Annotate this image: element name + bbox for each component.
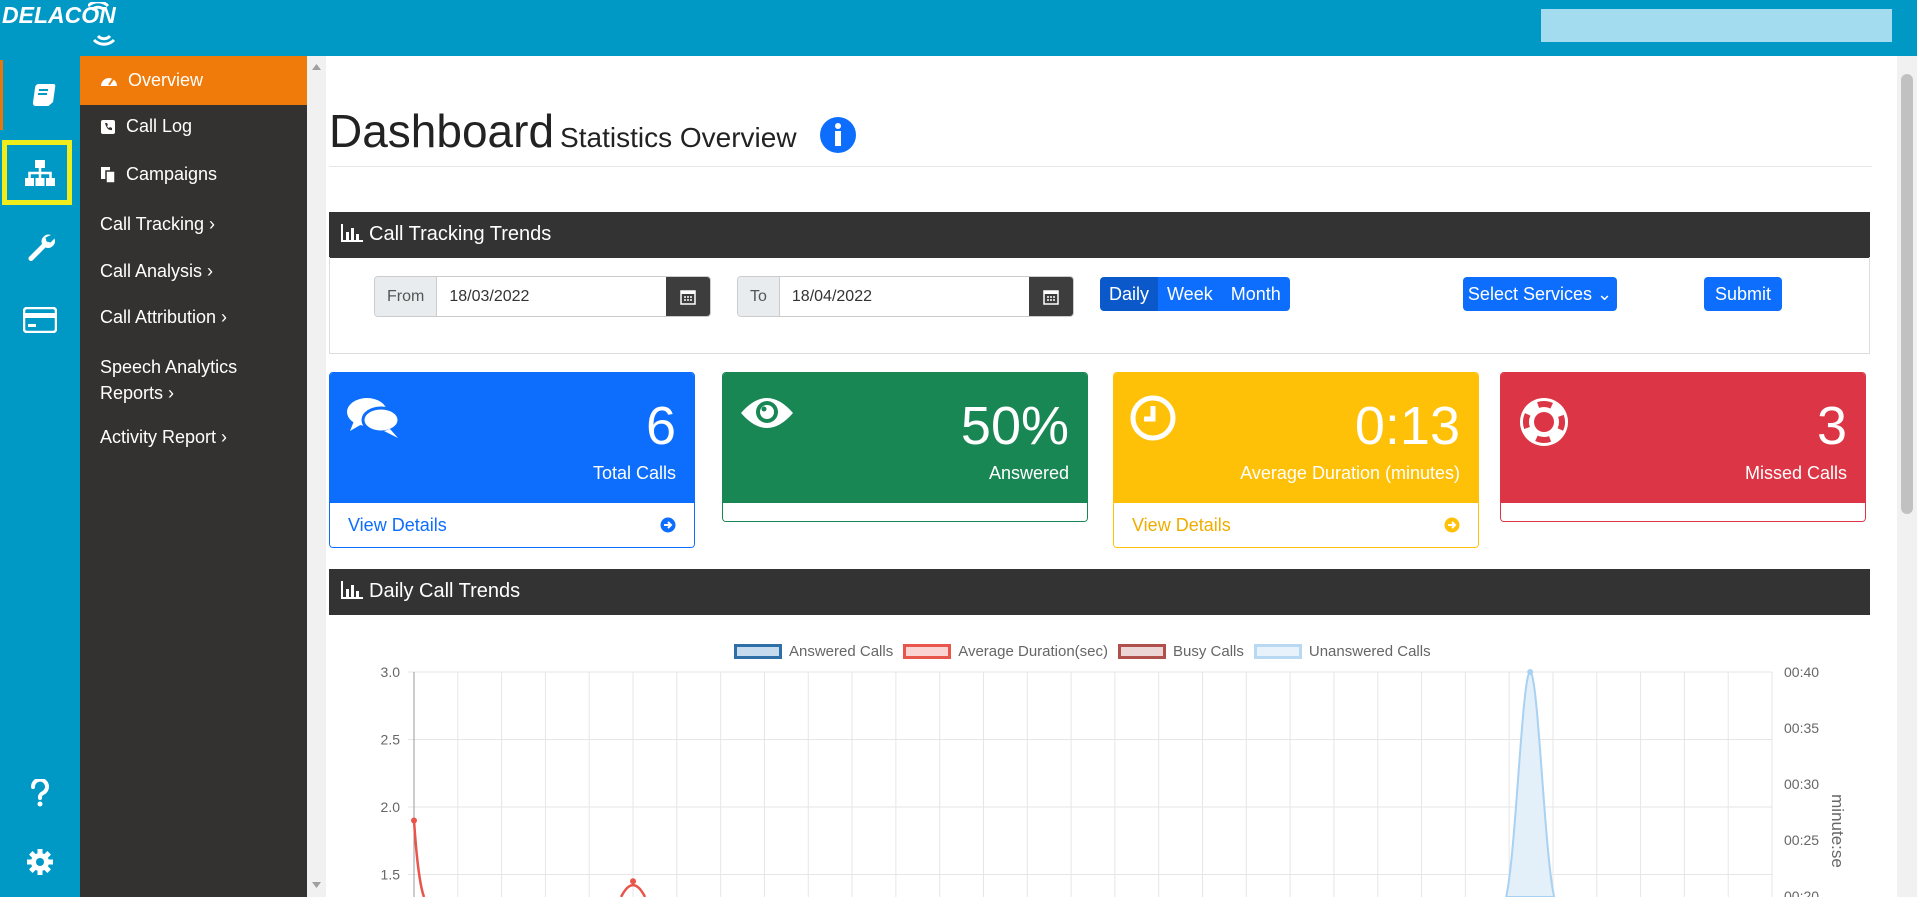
top-search-input[interactable]: [1541, 9, 1892, 42]
dashboard-icon: [101, 78, 117, 87]
scroll-down-arrow-icon[interactable]: [312, 882, 321, 888]
sidebar-item-label: Speech Analytics: [100, 357, 238, 377]
y-right-tick-label: 00:30: [1784, 776, 1819, 792]
selection-highlight: [2, 140, 72, 205]
icon-rail: [0, 56, 80, 897]
average-duration-point: [630, 878, 637, 885]
sidebar-menu: Overview Call Log Campaigns Call Trackin…: [80, 56, 307, 897]
unanswered-calls-point: [1527, 669, 1534, 675]
y-right-tick-label: 00:20: [1784, 888, 1819, 897]
sidebar-item-label: Call Log: [126, 116, 193, 136]
rail-book-button[interactable]: [0, 60, 80, 130]
rail-billing-button[interactable]: [0, 285, 80, 355]
sidebar-item-label: Activity Report ›: [100, 427, 228, 447]
phone-icon: [101, 120, 115, 135]
sidebar-item-activity-report[interactable]: Activity Report ›: [80, 427, 307, 448]
wrench-icon: [28, 234, 55, 261]
sidebar-item-label: Campaigns: [126, 164, 218, 184]
sidebar-item-label: Call Attribution ›: [100, 307, 228, 327]
sidebar-item-label: Call Analysis ›: [100, 261, 214, 281]
average-duration-point: [411, 817, 417, 824]
gear-icon: [27, 849, 53, 875]
sidebar-item-call-log[interactable]: Call Log: [80, 116, 307, 137]
sidebar-item-call-tracking[interactable]: Call Tracking ›: [80, 214, 307, 235]
y-left-tick-label: 1.5: [381, 867, 401, 883]
page-scrollbar-thumb[interactable]: [1901, 74, 1913, 514]
y-right-tick-label: 00:25: [1784, 832, 1819, 848]
copy-icon: [101, 167, 116, 184]
rail-settings-button[interactable]: [0, 827, 80, 897]
scroll-up-arrow-icon[interactable]: [312, 64, 321, 70]
page-scrollbar[interactable]: [1897, 56, 1917, 897]
y-left-tick-label: 2.5: [381, 732, 401, 748]
sidebar-item-campaigns[interactable]: Campaigns: [80, 164, 307, 185]
rail-help-button[interactable]: [0, 758, 80, 828]
y-left-tick-label: 3.0: [381, 664, 401, 680]
sidebar-item-speech-analytics[interactable]: Speech Analytics Reports ›: [80, 354, 307, 406]
y-left-tick-label: 2.0: [381, 799, 401, 815]
unanswered-calls-series-area: [1505, 670, 1556, 897]
signal-waves-icon: [88, 2, 116, 46]
sidebar-item-overview[interactable]: Overview: [80, 56, 307, 105]
credit-card-icon: [23, 307, 57, 333]
average-duration-series-line: [412, 820, 426, 897]
sidebar-item-label-line2: Reports ›: [100, 383, 175, 403]
question-icon: [31, 779, 49, 807]
sidebar-item-call-attribution[interactable]: Call Attribution ›: [80, 307, 307, 328]
y-right-tick-label: 00:40: [1784, 664, 1819, 680]
y-right-tick-label: 00:35: [1784, 720, 1819, 736]
rail-wrench-button[interactable]: [0, 211, 80, 281]
y-right-axis-label: minute:se: [1828, 794, 1847, 868]
sidebar-scrollbar[interactable]: [307, 56, 326, 897]
sidebar-item-call-analysis[interactable]: Call Analysis ›: [80, 261, 307, 282]
top-bar: DELACON: [0, 0, 1917, 56]
book-icon: [32, 84, 55, 106]
main-content: Dashboard Statistics Overview Call Tracki…: [326, 56, 1897, 897]
sidebar-item-label: Call Tracking ›: [100, 214, 216, 234]
sidebar-item-label: Overview: [128, 70, 204, 90]
daily-call-trends-chart: 3.0 2.5 2.0 1.5 00:40 00:35 00:30 00:25 00:20 min…: [381, 664, 1847, 897]
